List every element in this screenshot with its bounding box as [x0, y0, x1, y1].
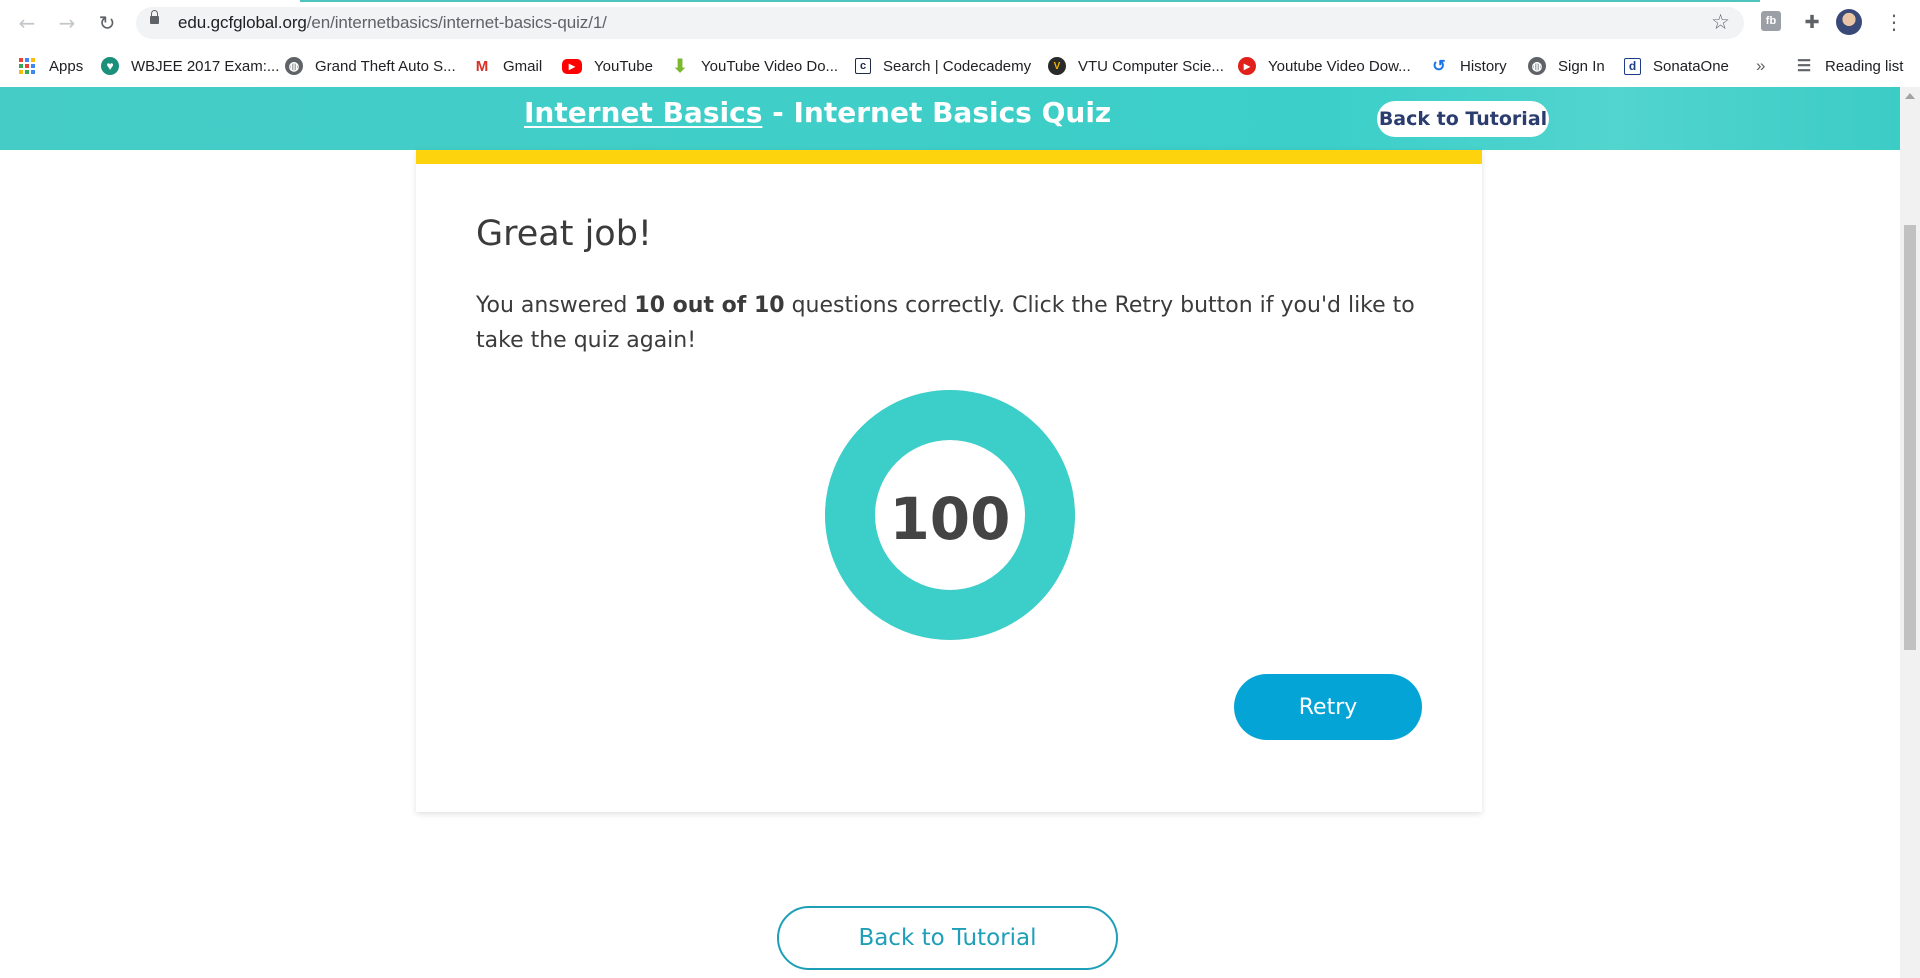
quiz-title: Internet Basics Quiz: [793, 96, 1112, 129]
result-score-text: 10 out of 10: [634, 293, 785, 318]
url-path: /en/internetbasics/internet-basics-quiz/…: [306, 13, 607, 32]
quiz-header: Internet Basics - Internet Basics Quiz B…: [0, 87, 1900, 150]
header-back-to-tutorial-button[interactable]: Back to Tutorial: [1377, 101, 1549, 137]
bookmark-codecademy[interactable]: c Search | Codecademy: [855, 54, 1031, 78]
extension-fb-icon[interactable]: fb: [1761, 11, 1781, 31]
youtube-dl-icon: ▶: [1238, 57, 1256, 75]
card-accent-bar: [416, 150, 1482, 164]
bookmark-signin[interactable]: ◍ Sign In: [1528, 54, 1605, 78]
active-tab-indicator: [300, 0, 1760, 2]
apps-grid-icon: [19, 58, 35, 74]
back-arrow-icon[interactable]: ←: [14, 10, 40, 36]
bookmark-label: Gmail: [503, 57, 543, 75]
bookmark-sonataone[interactable]: d SonataOne: [1624, 54, 1729, 78]
result-text-before: You answered: [476, 293, 635, 318]
profile-avatar[interactable]: [1836, 9, 1862, 35]
retry-button[interactable]: Retry: [1234, 674, 1422, 740]
score-donut-chart: 100: [825, 390, 1075, 640]
footer-back-to-tutorial-button[interactable]: Back to Tutorial: [777, 906, 1118, 970]
result-heading: Great job!: [476, 214, 652, 254]
bookmark-label: WBJEE 2017 Exam:...: [131, 57, 280, 75]
bookmark-label: Apps: [49, 57, 84, 75]
bookmark-label: History: [1460, 57, 1507, 75]
more-bookmarks-chevron-icon[interactable]: »: [1756, 54, 1765, 78]
extensions-puzzle-icon[interactable]: ✚: [1801, 11, 1823, 33]
wbjee-icon: ♥: [101, 57, 119, 75]
globe-icon: ◍: [285, 57, 303, 75]
bookmark-yt-downloader[interactable]: ⬇ YouTube Video Do...: [671, 54, 838, 78]
globe-icon: ◍: [1528, 57, 1546, 75]
bookmark-label: YouTube Video Do...: [701, 57, 839, 75]
bookmark-label: Sign In: [1558, 57, 1605, 75]
youtube-icon: ▶: [562, 58, 582, 74]
reload-icon[interactable]: ↻: [94, 10, 120, 36]
codecademy-icon: c: [855, 58, 871, 74]
bookmark-label: Youtube Video Dow...: [1268, 57, 1411, 75]
bookmark-gmail[interactable]: M Gmail: [473, 54, 542, 78]
bookmark-label: Grand Theft Auto S...: [315, 57, 456, 75]
bookmark-yt-dl[interactable]: ▶ Youtube Video Dow...: [1238, 54, 1411, 78]
bookmark-wbjee[interactable]: ♥ WBJEE 2017 Exam:...: [101, 54, 279, 78]
result-message: You answered 10 out of 10 questions corr…: [476, 288, 1416, 358]
reading-list-label: Reading list: [1825, 57, 1904, 75]
bookmark-vtu[interactable]: V VTU Computer Scie...: [1048, 54, 1224, 78]
scrollbar-thumb[interactable]: [1904, 225, 1916, 650]
gmail-icon: M: [473, 57, 491, 75]
title-separator: -: [762, 96, 794, 129]
course-link[interactable]: Internet Basics: [524, 96, 762, 129]
score-value: 100: [889, 485, 1011, 553]
bookmark-label: VTU Computer Scie...: [1078, 57, 1224, 75]
lock-icon[interactable]: [150, 10, 159, 24]
address-bar[interactable]: edu.gcfglobal.org/en/internetbasics/inte…: [136, 7, 1744, 39]
url-host: edu.gcfglobal.org: [178, 13, 307, 32]
sonata-icon: d: [1624, 57, 1641, 75]
bookmark-label: YouTube: [594, 57, 653, 75]
page-scrollbar[interactable]: [1900, 87, 1920, 978]
bookmark-history[interactable]: ↺ History: [1430, 54, 1507, 78]
download-icon: ⬇: [671, 55, 689, 76]
browser-toolbar: ← → ↻ edu.gcfglobal.org/en/internetbasic…: [0, 0, 1920, 46]
bookmark-label: Search | Codecademy: [883, 57, 1032, 75]
bookmarks-bar: Apps ♥ WBJEE 2017 Exam:... ◍ Grand Theft…: [0, 46, 1920, 88]
vtu-icon: V: [1048, 57, 1066, 75]
reading-list-button[interactable]: ☰ Reading list: [1795, 54, 1903, 78]
history-icon: ↺: [1430, 57, 1448, 75]
bookmark-youtube[interactable]: ▶ YouTube: [562, 54, 653, 78]
bookmark-label: SonataOne: [1653, 57, 1729, 75]
reading-list-icon: ☰: [1795, 57, 1813, 75]
scroll-up-arrow-icon[interactable]: [1905, 93, 1915, 99]
bookmark-star-icon[interactable]: ☆: [1711, 10, 1730, 34]
url-text[interactable]: edu.gcfglobal.org/en/internetbasics/inte…: [178, 13, 607, 33]
browser-menu-icon[interactable]: ⋮: [1884, 9, 1904, 35]
forward-arrow-icon[interactable]: →: [54, 10, 80, 36]
page-title: Internet Basics - Internet Basics Quiz: [524, 96, 1111, 129]
bookmark-gta[interactable]: ◍ Grand Theft Auto S...: [285, 54, 456, 78]
bookmark-apps[interactable]: Apps: [19, 54, 83, 78]
results-card: Great job! You answered 10 out of 10 que…: [416, 150, 1482, 812]
